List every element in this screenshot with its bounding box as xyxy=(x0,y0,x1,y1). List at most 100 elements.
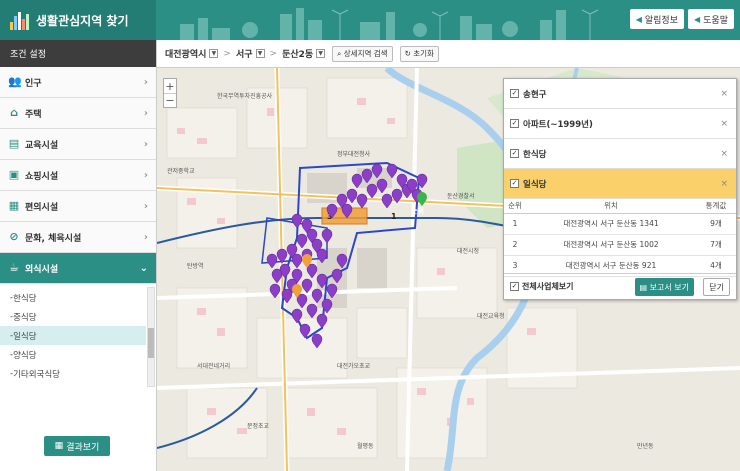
category-dining[interactable]: ☕ 외식시설 ⌄ xyxy=(0,253,156,284)
restaurant-marker[interactable] xyxy=(321,228,333,244)
close-icon[interactable]: × xyxy=(720,119,728,129)
breadcrumb-separator: > xyxy=(223,48,231,59)
svg-text:대전교육청: 대전교육청 xyxy=(477,312,505,320)
restaurant-marker[interactable] xyxy=(346,188,358,204)
svg-text:둔산경찰서: 둔산경찰서 xyxy=(447,192,475,200)
chevron-right-icon: › xyxy=(143,76,148,88)
detail-region-search-button[interactable]: ⌕ 상세지역 검색 xyxy=(332,45,393,62)
show-all-label: 전체사업체보기 xyxy=(522,282,574,291)
close-button[interactable]: 닫기 xyxy=(703,278,730,296)
restaurant-marker[interactable] xyxy=(366,183,378,199)
breadcrumb-separator: > xyxy=(269,48,278,59)
zoom-in-button[interactable]: + xyxy=(164,79,176,93)
sidebar-title: 조건 설정 xyxy=(0,40,156,67)
chevron-right-icon: › xyxy=(143,169,148,181)
table-row[interactable]: 1 대전광역시 서구 둔산동 1341 9개 xyxy=(504,213,736,235)
layer-checkbox[interactable]: ✓ xyxy=(510,119,519,128)
house-icon: ⌂ xyxy=(10,106,18,119)
layer-checkbox[interactable]: ✓ xyxy=(510,179,519,188)
show-all-checkbox[interactable]: ✓ xyxy=(510,282,519,291)
district-selector[interactable]: 서구 xyxy=(236,47,253,60)
notification-info-button[interactable]: ◀ 알림정보 xyxy=(629,9,684,29)
svg-text:문정초교: 문정초교 xyxy=(247,423,270,430)
layer-checkbox[interactable]: ✓ xyxy=(510,149,519,158)
restaurant-marker[interactable] xyxy=(296,293,308,309)
cart-icon: ▣ xyxy=(8,168,20,181)
category-convenience[interactable]: ▦ 편의시설 › xyxy=(0,191,156,222)
close-icon[interactable]: × xyxy=(720,179,728,189)
chevron-down-icon[interactable]: ▼ xyxy=(209,49,219,58)
restaurant-marker[interactable] xyxy=(266,253,278,269)
report-icon: ▤ xyxy=(639,282,648,292)
chevron-right-icon: › xyxy=(143,138,148,150)
subitem-other-foreign[interactable]: - 기타외국식당 xyxy=(0,364,156,383)
svg-text:관저중학교: 관저중학교 xyxy=(167,167,195,175)
zoom-out-button[interactable]: − xyxy=(164,93,176,107)
dining-subcategory-list: - 한식당 - 중식당 - 일식당 - 양식당 - 기타외국식당 xyxy=(0,284,156,406)
view-results-button[interactable]: ▦ 결과보기 xyxy=(44,436,110,456)
close-icon[interactable]: × xyxy=(720,89,728,99)
layer-item-highlighted[interactable]: ✓ 일식당 × xyxy=(504,169,736,199)
chevron-right-icon: › xyxy=(143,200,148,212)
subitem-scrollbar[interactable] xyxy=(147,287,155,387)
help-button[interactable]: ◀ 도움말 xyxy=(688,9,734,29)
layer-item[interactable]: ✓ 송현구 × xyxy=(504,79,736,109)
svg-text:탄방역: 탄방역 xyxy=(187,262,204,270)
category-population[interactable]: 👥 인구 › xyxy=(0,67,156,98)
svg-text:대전가오초교: 대전가오초교 xyxy=(337,362,371,370)
chevron-down-icon[interactable]: ▼ xyxy=(316,49,326,58)
table-row[interactable]: 2 대전광역시 서구 둔산동 1002 7개 xyxy=(504,234,736,256)
subitem-korean[interactable]: - 한식당 xyxy=(0,288,156,307)
chevron-right-icon: › xyxy=(143,231,148,243)
layer-item[interactable]: ✓ 한식당 × xyxy=(504,139,736,169)
restaurant-marker[interactable] xyxy=(296,233,308,249)
layer-checkbox[interactable]: ✓ xyxy=(510,89,519,98)
svg-text:정부대전청사: 정부대전청사 xyxy=(337,150,371,158)
store-icon: ▦ xyxy=(8,199,20,212)
svg-text:1: 1 xyxy=(391,212,397,221)
map-zoom-control: + − xyxy=(163,78,177,108)
restaurant-marker[interactable] xyxy=(376,178,388,194)
category-education[interactable]: ▤ 교육시설 › xyxy=(0,129,156,160)
table-header: 순위 xyxy=(504,199,526,214)
refresh-icon: ↻ xyxy=(404,49,411,58)
restaurant-marker[interactable] xyxy=(291,213,303,229)
panel-footer: ✓ 전체사업체보기 ▤ 보고서 보기 닫기 xyxy=(504,273,736,299)
reset-button[interactable]: ↻ 초기화 xyxy=(399,45,439,62)
book-icon: ▤ xyxy=(8,137,20,150)
svg-text:서대전네거리: 서대전네거리 xyxy=(197,362,230,370)
cup-icon: ☕ xyxy=(9,261,19,274)
category-housing[interactable]: ⌂ 주택 › xyxy=(0,98,156,129)
category-shopping[interactable]: ▣ 쇼핑시설 › xyxy=(0,160,156,191)
brand[interactable]: 생활관심지역 찾기 xyxy=(0,0,156,40)
city-selector[interactable]: 대전광역시 xyxy=(165,47,206,60)
subitem-japanese[interactable]: - 일식당 xyxy=(0,326,146,345)
svg-text:순위: 순위 xyxy=(411,206,424,215)
ball-icon: ⊘ xyxy=(9,230,19,243)
svg-text:대전시청: 대전시청 xyxy=(457,247,479,255)
subitem-western[interactable]: - 양식당 xyxy=(0,345,156,364)
chevron-left-icon: ◀ xyxy=(635,14,642,24)
view-report-button[interactable]: ▤ 보고서 보기 xyxy=(634,278,694,296)
logo-icon xyxy=(10,10,30,30)
subitem-chinese[interactable]: - 중식당 xyxy=(0,307,156,326)
chevron-right-icon: › xyxy=(143,107,148,119)
layer-result-panel: ✓ 송현구 × ✓ 아파트(~1999년) × ✓ 한식당 × ✓ 일식당 × … xyxy=(503,78,737,300)
grid-icon: ▦ xyxy=(54,441,64,451)
table-header: 통계값 xyxy=(696,199,736,214)
restaurant-marker[interactable] xyxy=(306,263,318,279)
restaurant-marker[interactable] xyxy=(356,193,368,209)
restaurant-marker[interactable] xyxy=(306,303,318,319)
ranking-table: 순위 위치 통계값 1 대전광역시 서구 둔산동 1341 9개 2 대전광역시… xyxy=(504,199,736,277)
layer-item[interactable]: ✓ 아파트(~1999년) × xyxy=(504,109,736,139)
chevron-down-icon: ⌄ xyxy=(139,262,148,274)
svg-text:만년동: 만년동 xyxy=(637,442,654,450)
chevron-down-icon[interactable]: ▼ xyxy=(255,49,265,58)
condition-sidebar: 조건 설정 👥 인구 › ⌂ 주택 › ▤ 교육시설 › ▣ 쇼핑시설 › ▦ … xyxy=(0,40,157,471)
close-icon[interactable]: × xyxy=(720,149,728,159)
restaurant-marker[interactable] xyxy=(381,193,393,209)
category-culture-sports[interactable]: ⊘ 문화, 체육시설 › xyxy=(0,222,156,253)
svg-text:한국무역투자진흥공사: 한국무역투자진흥공사 xyxy=(217,92,273,100)
dong-selector[interactable]: 둔산2동 xyxy=(282,47,313,60)
people-icon: 👥 xyxy=(8,75,22,88)
